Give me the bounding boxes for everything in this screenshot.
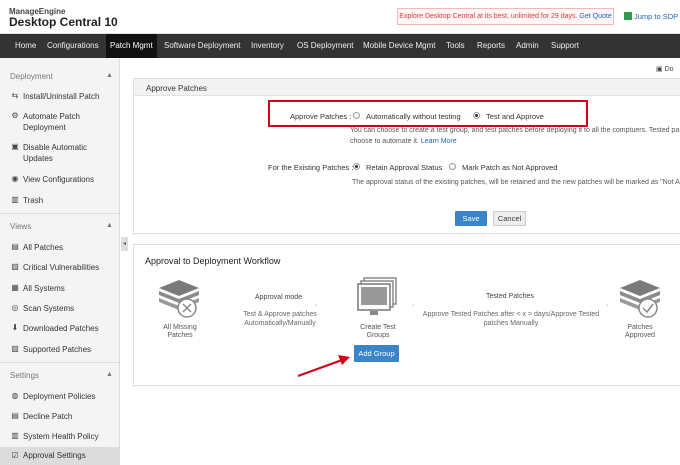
sidebar-item-approval-settings[interactable]: ☑ Approval Settings bbox=[0, 447, 120, 465]
existing-patches-label: For the Existing Patches : bbox=[268, 163, 354, 172]
sidebar-item-system-health-policy[interactable]: ▥ System Health Policy bbox=[11, 431, 117, 442]
option-automatically-label[interactable]: Automatically without testing bbox=[366, 112, 461, 121]
nav-tools[interactable]: Tools bbox=[446, 34, 465, 58]
sidebar-item-scan-systems[interactable]: ◎ Scan Systems bbox=[11, 303, 117, 314]
missing-patches-icon bbox=[159, 280, 199, 318]
nav-support[interactable]: Support bbox=[551, 34, 579, 58]
panel-header: Approve Patches bbox=[134, 79, 680, 96]
nav-software-deployment[interactable]: Software Deployment bbox=[164, 34, 240, 58]
collapse-sidebar-icon[interactable]: ◂ bbox=[121, 237, 128, 251]
sidebar-item-downloaded-patches[interactable]: ⬇ Downloaded Patches bbox=[11, 323, 117, 334]
install-icon: ⇆ bbox=[11, 91, 19, 100]
product-title: Desktop Central 10 bbox=[9, 15, 118, 29]
approval-mode-desc: Test & Approve patches Automatically/Man… bbox=[243, 311, 317, 327]
radio-mark-not-approved[interactable] bbox=[449, 163, 456, 170]
top-header: ManageEngine Desktop Central 10 Explore … bbox=[0, 0, 680, 34]
nav-home[interactable]: Home bbox=[15, 34, 36, 58]
nav-reports[interactable]: Reports bbox=[477, 34, 505, 58]
option-retain-label[interactable]: Retain Approval Status bbox=[366, 163, 442, 172]
get-quote-link[interactable]: Get Quote bbox=[579, 13, 611, 20]
sidebar-item-install-uninstall[interactable]: ⇆ Install/Uninstall Patch bbox=[11, 91, 117, 102]
approve-patches-label: Approve Patches : bbox=[290, 112, 352, 121]
chevron-up-icon[interactable]: ▲ bbox=[106, 222, 113, 229]
sidebar-item-trash[interactable]: ▥ Trash bbox=[11, 195, 117, 206]
systems-icon: ▦ bbox=[11, 283, 19, 292]
jump-to-sdp-link[interactable]: Jump to SDP bbox=[624, 12, 678, 21]
radio-test-and-approve[interactable] bbox=[473, 112, 480, 119]
option-test-approve-label[interactable]: Test and Approve bbox=[486, 112, 544, 121]
vulnerability-icon: ▨ bbox=[11, 262, 19, 271]
tested-patches-title: Tested Patches bbox=[486, 293, 534, 300]
sdp-icon bbox=[624, 12, 632, 20]
step-create-test-groups: Create Test Groups bbox=[360, 324, 396, 339]
nav-inventory[interactable]: Inventory bbox=[251, 34, 284, 58]
sidebar-section-settings: Settings bbox=[10, 371, 39, 380]
policy-icon: ◍ bbox=[11, 391, 19, 400]
promo-text: Explore Desktop Central at its best, unl… bbox=[399, 13, 578, 20]
save-button[interactable]: Save bbox=[455, 211, 487, 226]
radio-retain-status[interactable] bbox=[353, 163, 360, 170]
approve-description: You can choose to create a test group, a… bbox=[350, 127, 680, 134]
sidebar-item-view-configurations[interactable]: ◉ View Configurations bbox=[11, 174, 117, 185]
automate-icon: ⚙ bbox=[11, 111, 19, 120]
sidebar-item-decline-patch[interactable]: ▤ Decline Patch bbox=[11, 411, 117, 422]
sidebar-item-disable-updates[interactable]: ▣ Disable Automatic Updates bbox=[11, 142, 117, 164]
cancel-button[interactable]: Cancel bbox=[493, 211, 526, 226]
step-patches-approved: Patches Approved bbox=[625, 324, 655, 339]
chevron-up-icon[interactable]: ▲ bbox=[106, 371, 113, 378]
test-group-icon bbox=[357, 277, 397, 315]
sidebar-section-views: Views bbox=[10, 222, 32, 231]
sidebar-item-critical-vulnerabilities[interactable]: ▨ Critical Vulnerabilities bbox=[11, 262, 117, 273]
documentation-link[interactable]: ▣ Do bbox=[656, 65, 674, 73]
trash-icon: ▥ bbox=[11, 195, 19, 204]
existing-description: The approval status of the existing patc… bbox=[352, 179, 680, 186]
main-nav: Home Configurations Patch Mgmt Software … bbox=[0, 34, 680, 58]
approve-description-2: choose to automate it. Learn More bbox=[350, 138, 457, 145]
nav-mobile-device-mgmt[interactable]: Mobile Device Mgmt bbox=[363, 34, 435, 58]
add-group-button[interactable]: Add Group bbox=[354, 345, 399, 362]
patches-icon: ▤ bbox=[11, 242, 19, 251]
download-icon: ⬇ bbox=[11, 323, 19, 332]
sidebar-divider bbox=[0, 362, 120, 363]
patches-approved-icon bbox=[620, 280, 660, 318]
nav-admin[interactable]: Admin bbox=[516, 34, 539, 58]
document-icon: ▣ bbox=[656, 66, 663, 73]
arrow-icon: › bbox=[315, 302, 318, 309]
sidebar-item-supported-patches[interactable]: ▧ Supported Patches bbox=[11, 344, 117, 355]
approval-icon: ☑ bbox=[11, 451, 19, 460]
radio-automatically[interactable] bbox=[353, 112, 360, 119]
sdp-label: Jump to SDP bbox=[634, 12, 679, 21]
sidebar-divider bbox=[0, 213, 120, 214]
tested-patches-desc: Approve Tested Patches after < x > days/… bbox=[422, 311, 600, 327]
pointer-arrow-icon bbox=[297, 355, 350, 377]
chevron-up-icon[interactable]: ▲ bbox=[106, 72, 113, 79]
sidebar-item-all-systems[interactable]: ▦ All Systems bbox=[11, 283, 117, 294]
arrow-icon: › bbox=[412, 302, 415, 309]
sidebar-section-deployment: Deployment bbox=[10, 72, 53, 81]
option-mark-label[interactable]: Mark Patch as Not Approved bbox=[462, 163, 557, 172]
decline-icon: ▤ bbox=[11, 411, 19, 420]
sidebar: Deployment ▲ ⇆ Install/Uninstall Patch ⚙ A… bbox=[0, 58, 120, 465]
sidebar-item-all-patches[interactable]: ▤ All Patches bbox=[11, 242, 117, 253]
supported-icon: ▧ bbox=[11, 344, 19, 353]
eye-icon: ◉ bbox=[11, 174, 19, 183]
health-icon: ▥ bbox=[11, 431, 19, 440]
disable-icon: ▣ bbox=[11, 142, 19, 151]
arrow-icon: › bbox=[606, 302, 609, 309]
trial-promo-banner: Explore Desktop Central at its best, unl… bbox=[397, 8, 614, 25]
nav-os-deployment[interactable]: OS Deployment bbox=[297, 34, 353, 58]
sidebar-item-automate-patch[interactable]: ⚙ Automate Patch Deployment bbox=[11, 111, 117, 133]
sidebar-item-deployment-policies[interactable]: ◍ Deployment Policies bbox=[11, 391, 117, 402]
step-all-missing-patches: All Missing Patches bbox=[163, 324, 197, 339]
nav-patch-mgmt[interactable]: Patch Mgmt bbox=[106, 34, 157, 58]
workflow-title: Approval to Deployment Workflow bbox=[145, 256, 281, 266]
approval-mode-title: Approval mode bbox=[255, 294, 303, 301]
panel-title: Approve Patches bbox=[146, 84, 207, 93]
learn-more-link[interactable]: Learn More bbox=[421, 138, 457, 145]
nav-configurations[interactable]: Configurations bbox=[47, 34, 99, 58]
scan-icon: ◎ bbox=[11, 303, 19, 312]
